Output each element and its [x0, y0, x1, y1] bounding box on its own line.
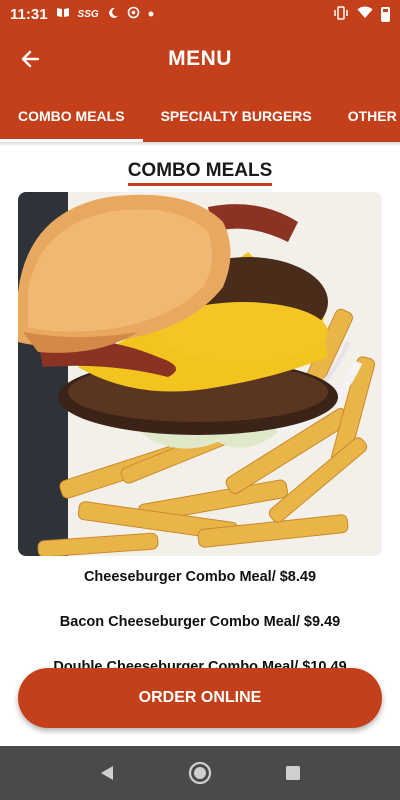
- app-bar: MENU: [0, 28, 400, 90]
- nav-recents-button[interactable]: [275, 755, 311, 791]
- category-tabs: COMBO MEALS SPECIALTY BURGERS OTHER: [0, 90, 400, 142]
- menu-item[interactable]: Bacon Cheeseburger Combo Meal/ $9.49: [0, 614, 400, 630]
- tab-shadow: [0, 142, 400, 146]
- back-button[interactable]: [16, 45, 44, 73]
- battery-icon: [381, 6, 390, 22]
- status-time: 11:31: [10, 5, 48, 23]
- triangle-back-icon: [100, 766, 113, 780]
- status-bar: 11:31 SSG: [0, 0, 400, 28]
- section-heading: COMBO MEALS: [0, 160, 400, 186]
- arrow-left-icon: [21, 50, 40, 68]
- wifi-icon: [357, 6, 373, 22]
- moon-icon: [107, 7, 119, 22]
- tab-label: OTHER: [347, 108, 397, 124]
- book-icon: [56, 7, 70, 21]
- combo-meal-photo: [18, 192, 382, 556]
- vibrate-icon: [333, 5, 349, 23]
- section-title: COMBO MEALS: [127, 160, 273, 186]
- tab-specialty-burgers[interactable]: SPECIALTY BURGERS: [143, 90, 330, 142]
- page-title: MENU: [168, 47, 232, 70]
- tab-label: COMBO MEALS: [18, 108, 125, 124]
- square-recents-icon: [286, 766, 301, 780]
- system-nav-bar: [0, 746, 400, 800]
- order-online-button[interactable]: ORDER ONLINE: [18, 668, 382, 728]
- dot-icon: [148, 8, 154, 20]
- swirl-icon: [127, 6, 140, 22]
- tab-label: SPECIALTY BURGERS: [160, 108, 312, 124]
- menu-item[interactable]: Cheeseburger Combo Meal/ $8.49: [0, 569, 400, 585]
- tab-combo-meals[interactable]: COMBO MEALS: [0, 90, 143, 142]
- nav-back-button[interactable]: [89, 755, 125, 791]
- nav-home-button[interactable]: [182, 755, 218, 791]
- ssg-icon: SSG: [77, 8, 99, 20]
- circle-home-icon: [188, 761, 212, 785]
- order-online-label: ORDER ONLINE: [138, 689, 262, 706]
- tab-other[interactable]: OTHER: [330, 90, 400, 142]
